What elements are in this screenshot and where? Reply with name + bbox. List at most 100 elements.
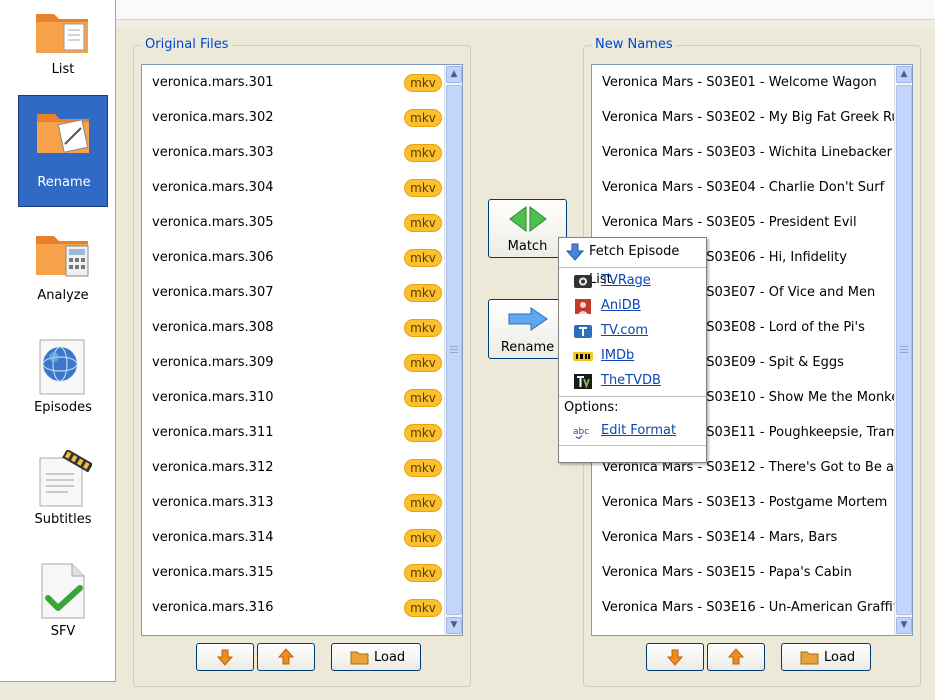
fetch-episode-popup: Fetch Episode List TVRage AniDB TV.com I… (558, 237, 707, 463)
new-name-row[interactable]: Veronica Mars - S03E16 - Un-American Gra… (602, 598, 894, 633)
anidb-icon (575, 299, 591, 314)
sidebar-item-label: Subtitles (34, 512, 92, 527)
sidebar-item-rename[interactable]: Rename (18, 95, 108, 207)
match-button[interactable]: Match (488, 199, 567, 258)
sidebar-item-label: SFV (50, 624, 76, 639)
file-name: veronica.mars.307 (152, 285, 274, 300)
file-row[interactable]: veronica.mars.316 mkv (152, 598, 442, 633)
source-label: TheTVDB (601, 373, 661, 388)
scroll-down-button[interactable]: ▼ (446, 617, 462, 634)
new-name-row[interactable]: Veronica Mars - S03E14 - Mars, Bars (602, 528, 894, 563)
source-tvrage[interactable]: TVRage (573, 270, 703, 292)
spellcheck-icon: abc (573, 427, 589, 439)
file-ext-badge: mkv (404, 319, 442, 337)
scroll-up-button[interactable]: ▲ (446, 66, 462, 83)
file-ext-badge: mkv (404, 284, 442, 302)
load-label: Load (374, 650, 406, 665)
load-button-right[interactable]: Load (781, 643, 871, 671)
tvcom-icon (574, 325, 592, 338)
sidebar-item-list[interactable]: List (18, 0, 108, 108)
scroll-thumb[interactable] (896, 85, 912, 615)
move-up-button-left[interactable] (257, 643, 315, 671)
file-row[interactable]: veronica.mars.307 mkv (152, 283, 442, 318)
file-ext-badge: mkv (404, 599, 442, 617)
file-name: veronica.mars.311 (152, 425, 274, 440)
file-ext-badge: mkv (404, 529, 442, 547)
file-row[interactable]: veronica.mars.311 mkv (152, 423, 442, 458)
arrow-up-icon (727, 648, 745, 665)
new-name-row[interactable]: Veronica Mars - S03E12 - There's Got to … (602, 458, 894, 493)
file-name: veronica.mars.312 (152, 460, 274, 475)
title-strip-shadow (116, 20, 935, 28)
scroll-thumb[interactable] (446, 85, 462, 615)
new-name-row[interactable]: Veronica Mars - S03E01 - Welcome Wagon (602, 73, 894, 108)
file-row[interactable]: veronica.mars.302 mkv (152, 108, 442, 143)
source-anidb[interactable]: AniDB (573, 295, 703, 317)
file-row[interactable]: veronica.mars.312 mkv (152, 458, 442, 493)
sidebar-item-label: List (51, 62, 75, 77)
move-down-button-left[interactable] (196, 643, 254, 671)
edit-format-item[interactable]: abc Edit Format (573, 420, 703, 442)
move-up-button-right[interactable] (707, 643, 765, 671)
scroll-up-button[interactable]: ▲ (896, 66, 912, 83)
file-row[interactable]: veronica.mars.305 mkv (152, 213, 442, 248)
folder-rename-icon (37, 114, 89, 153)
sidebar-item-sfv[interactable]: SFV (18, 558, 108, 670)
options-label: Options: (564, 400, 619, 415)
rename-button[interactable]: Rename (488, 299, 567, 359)
file-name: veronica.mars.316 (152, 600, 274, 615)
new-name-row[interactable]: Veronica Mars - S03E13 - Postgame Mortem (602, 493, 894, 528)
new-names-scrollbar[interactable]: ▲ ▼ (894, 65, 912, 635)
file-row[interactable]: veronica.mars.303 mkv (152, 143, 442, 178)
file-name: veronica.mars.301 (152, 75, 274, 90)
original-files-list[interactable]: veronica.mars.301 mkv veronica.mars.302 mkv… (141, 64, 463, 636)
sidebar-item-label: Episodes (34, 400, 92, 415)
source-label: AniDB (601, 298, 641, 313)
new-name-row[interactable]: Veronica Mars - S03E02 - My Big Fat Gree… (602, 108, 894, 143)
sidebar-item-analyze[interactable]: Analyze (18, 222, 108, 334)
sidebar-item-episodes[interactable]: Episodes (18, 334, 108, 446)
folder-open-icon (800, 651, 819, 665)
file-row[interactable]: veronica.mars.304 mkv (152, 178, 442, 213)
load-button-left[interactable]: Load (331, 643, 421, 671)
new-name-row[interactable]: Veronica Mars - S03E15 - Papa's Cabin (602, 563, 894, 598)
file-row[interactable]: veronica.mars.301 mkv (152, 73, 442, 108)
original-files-scrollbar[interactable]: ▲ ▼ (444, 65, 462, 635)
file-name: veronica.mars.309 (152, 355, 274, 370)
file-name: veronica.mars.308 (152, 320, 274, 335)
file-ext-badge: mkv (404, 389, 442, 407)
subtitles-icon (39, 450, 92, 507)
tvrage-icon (574, 275, 592, 288)
source-imdb[interactable]: IMDb (573, 345, 703, 367)
arrow-down-icon (666, 649, 684, 666)
match-label: Match (507, 239, 548, 254)
sidebar-item-subtitles[interactable]: Subtitles (18, 446, 108, 558)
file-row[interactable]: veronica.mars.308 mkv (152, 318, 442, 353)
file-name: veronica.mars.310 (152, 390, 274, 405)
download-arrow-icon (565, 243, 585, 261)
new-name-row[interactable]: Veronica Mars - S03E04 - Charlie Don't S… (602, 178, 894, 213)
fetch-episode-list-item[interactable]: Fetch Episode List (559, 238, 706, 287)
source-thetvdb[interactable]: TheTVDB (573, 370, 703, 392)
move-down-button-right[interactable] (646, 643, 704, 671)
file-row[interactable]: veronica.mars.309 mkv (152, 353, 442, 388)
scroll-down-button[interactable]: ▼ (896, 617, 912, 634)
file-row[interactable]: veronica.mars.313 mkv (152, 493, 442, 528)
file-ext-badge: mkv (404, 424, 442, 442)
file-ext-badge: mkv (404, 109, 442, 127)
folder-analyze-icon (36, 236, 89, 277)
checkmark-file-icon (41, 563, 85, 619)
file-ext-badge: mkv (404, 74, 442, 92)
file-ext-badge: mkv (404, 564, 442, 582)
file-name: veronica.mars.306 (152, 250, 274, 265)
file-row[interactable]: veronica.mars.315 mkv (152, 563, 442, 598)
file-row[interactable]: veronica.mars.310 mkv (152, 388, 442, 423)
file-ext-badge: mkv (404, 249, 442, 267)
file-row[interactable]: veronica.mars.306 mkv (152, 248, 442, 283)
source-tvcom[interactable]: TV.com (573, 320, 703, 342)
original-files-title: Original Files (142, 37, 232, 52)
new-name-row[interactable]: Veronica Mars - S03E03 - Wichita Linebac… (602, 143, 894, 178)
file-row[interactable]: veronica.mars.314 mkv (152, 528, 442, 563)
globe-icon (39, 339, 85, 395)
file-ext-badge: mkv (404, 354, 442, 372)
